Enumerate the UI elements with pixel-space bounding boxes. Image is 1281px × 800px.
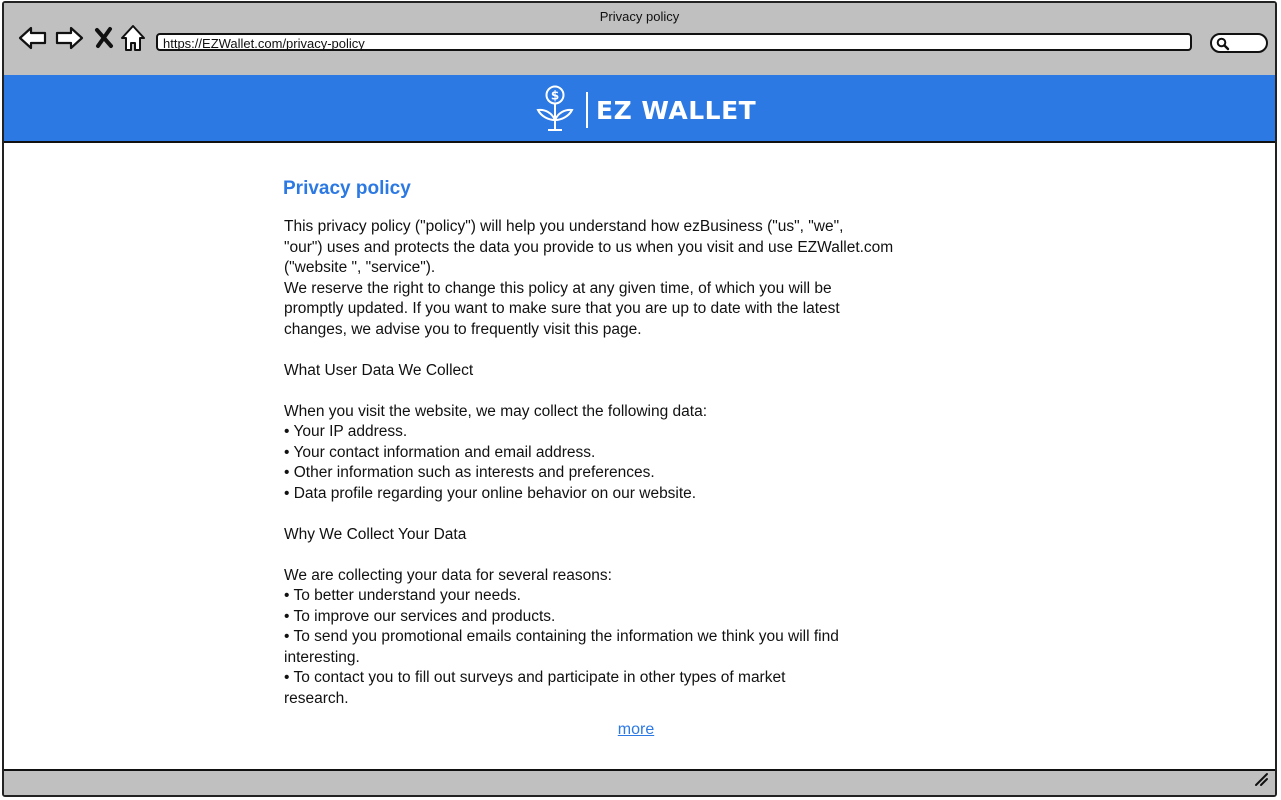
logo-divider (586, 92, 588, 128)
list-item: • Data profile regarding your online beh… (284, 484, 697, 502)
home-icon[interactable] (118, 23, 148, 53)
resize-grip-icon[interactable] (1253, 771, 1269, 792)
list-item: • Other information such as interests an… (284, 464, 655, 481)
section-heading: Why We Collect Your Data (284, 525, 467, 543)
brand-logo[interactable]: $ EZ WALLET (534, 85, 757, 133)
forward-arrow-icon[interactable] (54, 23, 84, 53)
section-lead: When you visit the website, we may colle… (284, 402, 708, 420)
policy-content: Privacy policy This privacy policy ("pol… (283, 177, 1003, 709)
intro-line: changes, we advise you to frequently vis… (284, 320, 642, 338)
list-item: • To better understand your needs. (284, 587, 521, 604)
list-item: research. (284, 689, 349, 707)
list-item: • To contact you to fill out surveys and… (284, 669, 786, 686)
more-link[interactable]: more (604, 721, 668, 739)
section-lead: We are collecting your data for several … (284, 566, 612, 584)
svg-text:$: $ (551, 88, 559, 102)
list-item: • To send you promotional emails contain… (284, 628, 839, 645)
brand-name: EZ WALLET (596, 95, 757, 125)
page-title: Privacy policy (283, 178, 411, 199)
list-item: interesting. (284, 648, 360, 666)
status-bar (4, 769, 1275, 795)
section-heading: What User Data We Collect (284, 361, 474, 379)
intro-line: We reserve the right to change this poli… (284, 279, 832, 297)
url-bar[interactable]: https://EZWallet.com/privacy-policy (156, 33, 1192, 51)
site-header: $ EZ WALLET (4, 75, 1275, 143)
search-field[interactable] (1210, 33, 1268, 53)
window-title: Privacy policy (599, 9, 680, 24)
intro-line: This privacy policy ("policy") will help… (284, 218, 844, 235)
policy-text: This privacy policy ("policy") will help… (284, 217, 1003, 709)
list-item: • Your IP address. (284, 423, 408, 440)
back-arrow-icon[interactable] (18, 23, 48, 53)
intro-line: "our") uses and protects the data you pr… (284, 238, 894, 256)
browser-toolbar: Privacy policy https://EZWallet.com/priv… (4, 3, 1275, 78)
browser-window: Privacy policy https://EZWallet.com/priv… (2, 1, 1277, 797)
list-item: • Your contact information and email add… (284, 443, 596, 461)
intro-line: ("website ", "service"). (284, 259, 436, 276)
search-icon (1216, 37, 1230, 56)
list-item: • To improve our services and products. (284, 607, 556, 625)
intro-line: promptly updated. If you want to make su… (284, 300, 840, 317)
money-plant-icon: $ (534, 84, 576, 137)
